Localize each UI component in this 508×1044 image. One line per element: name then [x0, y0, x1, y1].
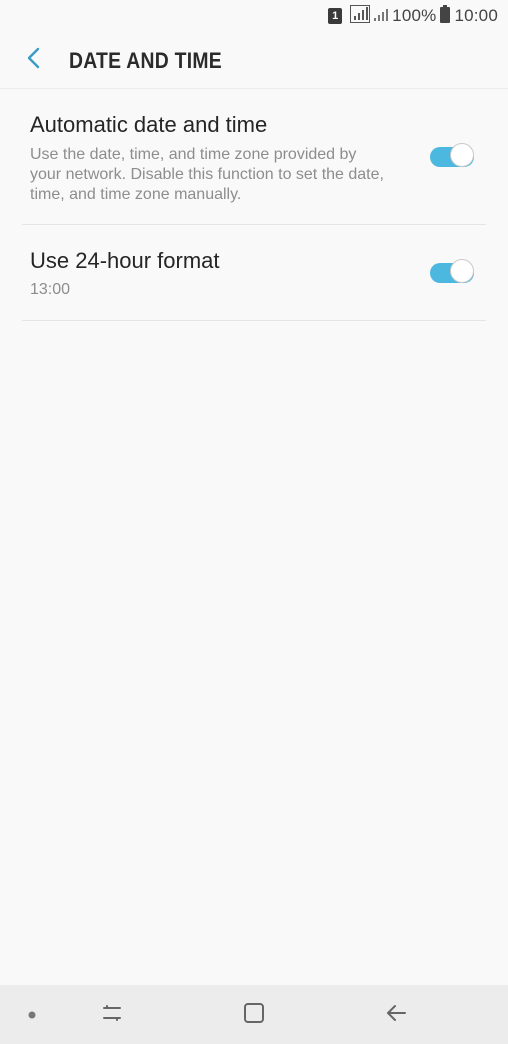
setting-title: Automatic date and time	[30, 112, 268, 137]
navigation-bar	[0, 985, 508, 1044]
dot-icon[interactable]	[16, 999, 48, 1031]
setting-description: Use the date, time, and time zone provid…	[30, 146, 384, 203]
battery-percent: 100%	[392, 6, 437, 25]
toggle-knob	[450, 259, 474, 283]
page-title: DATE AND TIME	[69, 48, 222, 73]
back-arrow-icon	[383, 1000, 409, 1031]
app-bar: DATE AND TIME	[0, 32, 508, 89]
home-button[interactable]	[238, 999, 270, 1031]
24-hour-format-toggle[interactable]	[430, 259, 476, 285]
recents-button[interactable]	[96, 999, 128, 1031]
signal-weak-icon	[374, 6, 389, 27]
nav-back-button[interactable]	[380, 999, 412, 1031]
toggle-knob	[450, 143, 474, 167]
chevron-left-icon	[26, 47, 42, 74]
sim-card-icon: 1	[328, 8, 343, 24]
home-icon	[241, 1000, 267, 1031]
status-time: 10:00	[454, 6, 498, 25]
status-bar: 1 100% 10:00	[0, 0, 508, 32]
recents-icon	[99, 1000, 125, 1031]
date-time-settings-screen: 1 100% 10:00 DATE AND TIME Automatic dat…	[0, 0, 508, 1044]
setting-automatic-date-time[interactable]: Automatic date and time Use the date, ti…	[22, 100, 486, 225]
setting-24-hour-format[interactable]: Use 24-hour format 13:00	[22, 236, 486, 321]
back-button[interactable]	[18, 44, 50, 76]
setting-title: Use 24-hour format	[30, 248, 220, 273]
automatic-date-time-toggle[interactable]	[430, 143, 476, 169]
setting-subtitle: 13:00	[30, 281, 71, 298]
battery-icon	[440, 4, 451, 28]
status-icons: 1 100% 10:00	[328, 4, 498, 28]
signal-icon	[350, 4, 371, 28]
